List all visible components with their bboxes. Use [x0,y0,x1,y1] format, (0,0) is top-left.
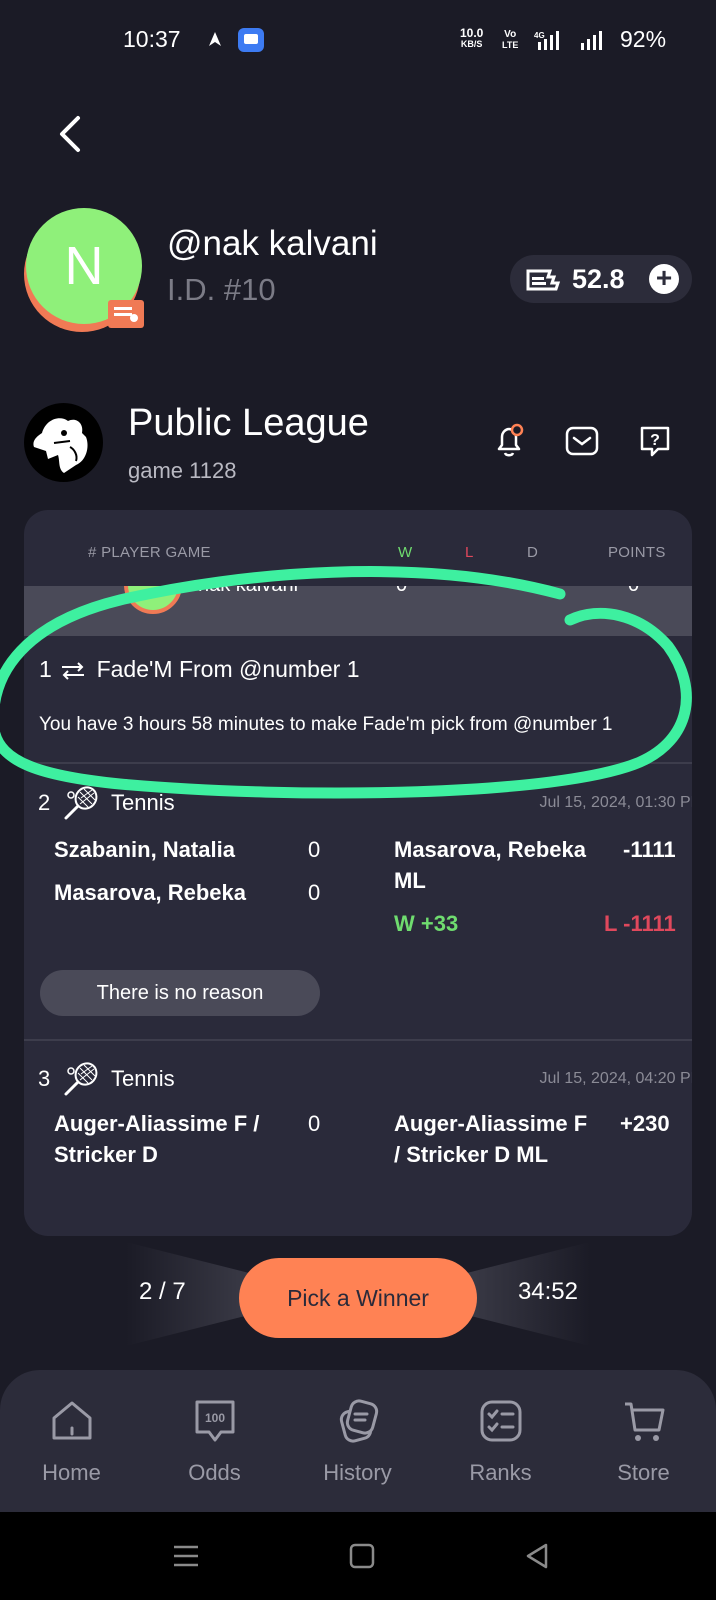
match-sport: Tennis [111,1066,175,1091]
tennis-racket-icon [64,1062,98,1096]
header-player-game: # PLAYER GAME [88,544,211,561]
ranks-icon [480,1400,522,1442]
tennis-racket-icon [64,786,98,820]
nav-label: Ranks [469,1460,532,1485]
row-username: nak kalvani [198,586,298,597]
system-nav-bar [0,1512,716,1600]
username: @nak kalvani [167,224,378,263]
match-item[interactable]: 2 Tennis Jul 15, 2024, 01:30 PM Szabanin… [24,786,692,1050]
nav-label: Odds [188,1460,241,1485]
match-date: Jul 15, 2024, 04:20 PM [539,1070,692,1087]
row-avatar [124,586,182,614]
swap-arrows-icon [62,662,85,680]
balance-value: 52.8 [572,264,625,294]
navigation-arrow-icon [209,32,221,46]
header-w: W [398,544,413,561]
league-card: # PLAYER GAME W L D POINTS nak kalvani 0… [24,510,692,1236]
fade-number: 1 [39,656,52,682]
menu-icon[interactable] [170,1540,202,1572]
player-2: Masarova, Rebeka [54,880,246,905]
pick-count: 2 / 7 [139,1278,186,1305]
pick-bar: 2 / 7 Pick a Winner 34:52 [126,1242,590,1346]
match-number: 2 [38,790,51,815]
user-id: I.D. #10 [167,272,276,307]
player-1: Szabanin, Natalia [54,837,235,862]
user-avatar[interactable]: N [24,208,144,334]
fade-title-row: 1 Fade'M From @number 1 [39,656,360,683]
home-icon [52,1401,92,1440]
nav-store[interactable]: Store [572,1370,715,1512]
league-logo [24,403,103,482]
row-points: 0 [628,586,639,597]
row-w: 0 [396,586,407,597]
player-1: Auger-Aliassime F / Stricker D [54,1111,260,1167]
nav-label: Home [42,1460,101,1485]
history-icon [339,1399,379,1443]
signal-icon [581,31,602,50]
match-number: 3 [38,1066,51,1091]
fade-title: Fade'M From @number 1 [96,656,360,682]
network-speed: 10.0 KB/S [460,26,484,49]
nav-odds[interactable]: 100 Odds [143,1370,286,1512]
status-time: 10:37 [123,26,181,52]
pick-odds: -1111 [623,837,676,862]
nav-label: History [323,1460,392,1485]
svg-text:100: 100 [205,1411,225,1425]
pick-selection: Auger-Aliassime F / Stricker D ML [394,1111,588,1167]
divider [24,1039,692,1041]
score-1: 0 [308,837,321,862]
match-sport: Tennis [111,790,175,815]
table-header: # PLAYER GAME W L D POINTS [24,510,692,586]
header-d: D [527,544,539,561]
bottom-nav: Home 100 Odds History Ranks Store [0,1370,716,1512]
pick-timer: 34:52 [517,1278,578,1305]
pick-selection: Masarova, Rebeka ML [394,837,586,893]
mail-icon[interactable] [563,422,601,460]
league-title: Public League [128,402,369,444]
svg-text:?: ? [650,432,660,449]
divider [24,762,692,764]
nav-label: Store [617,1460,670,1485]
header-points: POINTS [608,544,666,561]
pick-odds: +230 [620,1111,670,1136]
back-arrow-icon[interactable] [50,112,94,156]
fade-pick-item[interactable]: 1 Fade'M From @number 1 You have 3 hours… [24,636,692,790]
loss-value: L -1111 [604,911,676,936]
league-logo-graphic [33,418,88,473]
back-triangle-icon[interactable] [522,1540,554,1572]
row-l: 0 [520,586,531,597]
league-subtitle: game 1128 [128,458,237,483]
volte-indicator: Vo LTE [502,29,519,51]
battery-level: 92% [620,26,667,52]
fade-message: You have 3 hours 58 minutes to make Fade… [39,714,613,735]
edit-badge-icon[interactable] [108,300,144,328]
match-item[interactable]: 3 Tennis Jul 15, 2024, 04:20 PM Auger-Al… [24,1062,692,1226]
odds-icon: 100 [195,1400,235,1442]
home-square-icon[interactable] [346,1540,378,1572]
add-balance-button[interactable]: + [649,264,679,294]
score-1: 0 [308,1111,321,1136]
reason-button[interactable]: There is no reason [40,970,320,1016]
balance-pill[interactable]: 52.8 + [510,255,692,303]
signal-4g-icon: 4G [534,31,559,50]
status-bar: 10:37 10.0 KB/S Vo LTE 4G 92% [0,0,716,84]
ticket-icon [526,269,561,291]
cart-icon [625,1402,665,1441]
app-notification-icon [238,28,264,52]
score-2: 0 [308,880,321,905]
current-user-row[interactable]: nak kalvani 0 0 0 [24,586,692,636]
match-date: Jul 15, 2024, 01:30 PM [539,794,692,811]
header-l: L [465,544,474,561]
nav-history[interactable]: History [286,1370,429,1512]
help-icon[interactable]: ? [636,422,674,460]
pick-a-winner-button[interactable]: Pick a Winner [239,1258,477,1338]
win-value: W +33 [394,911,459,936]
svg-text:4G: 4G [534,31,545,40]
nav-ranks[interactable]: Ranks [429,1370,572,1512]
notification-bell-icon[interactable] [490,422,528,460]
nav-home[interactable]: Home [0,1370,143,1512]
